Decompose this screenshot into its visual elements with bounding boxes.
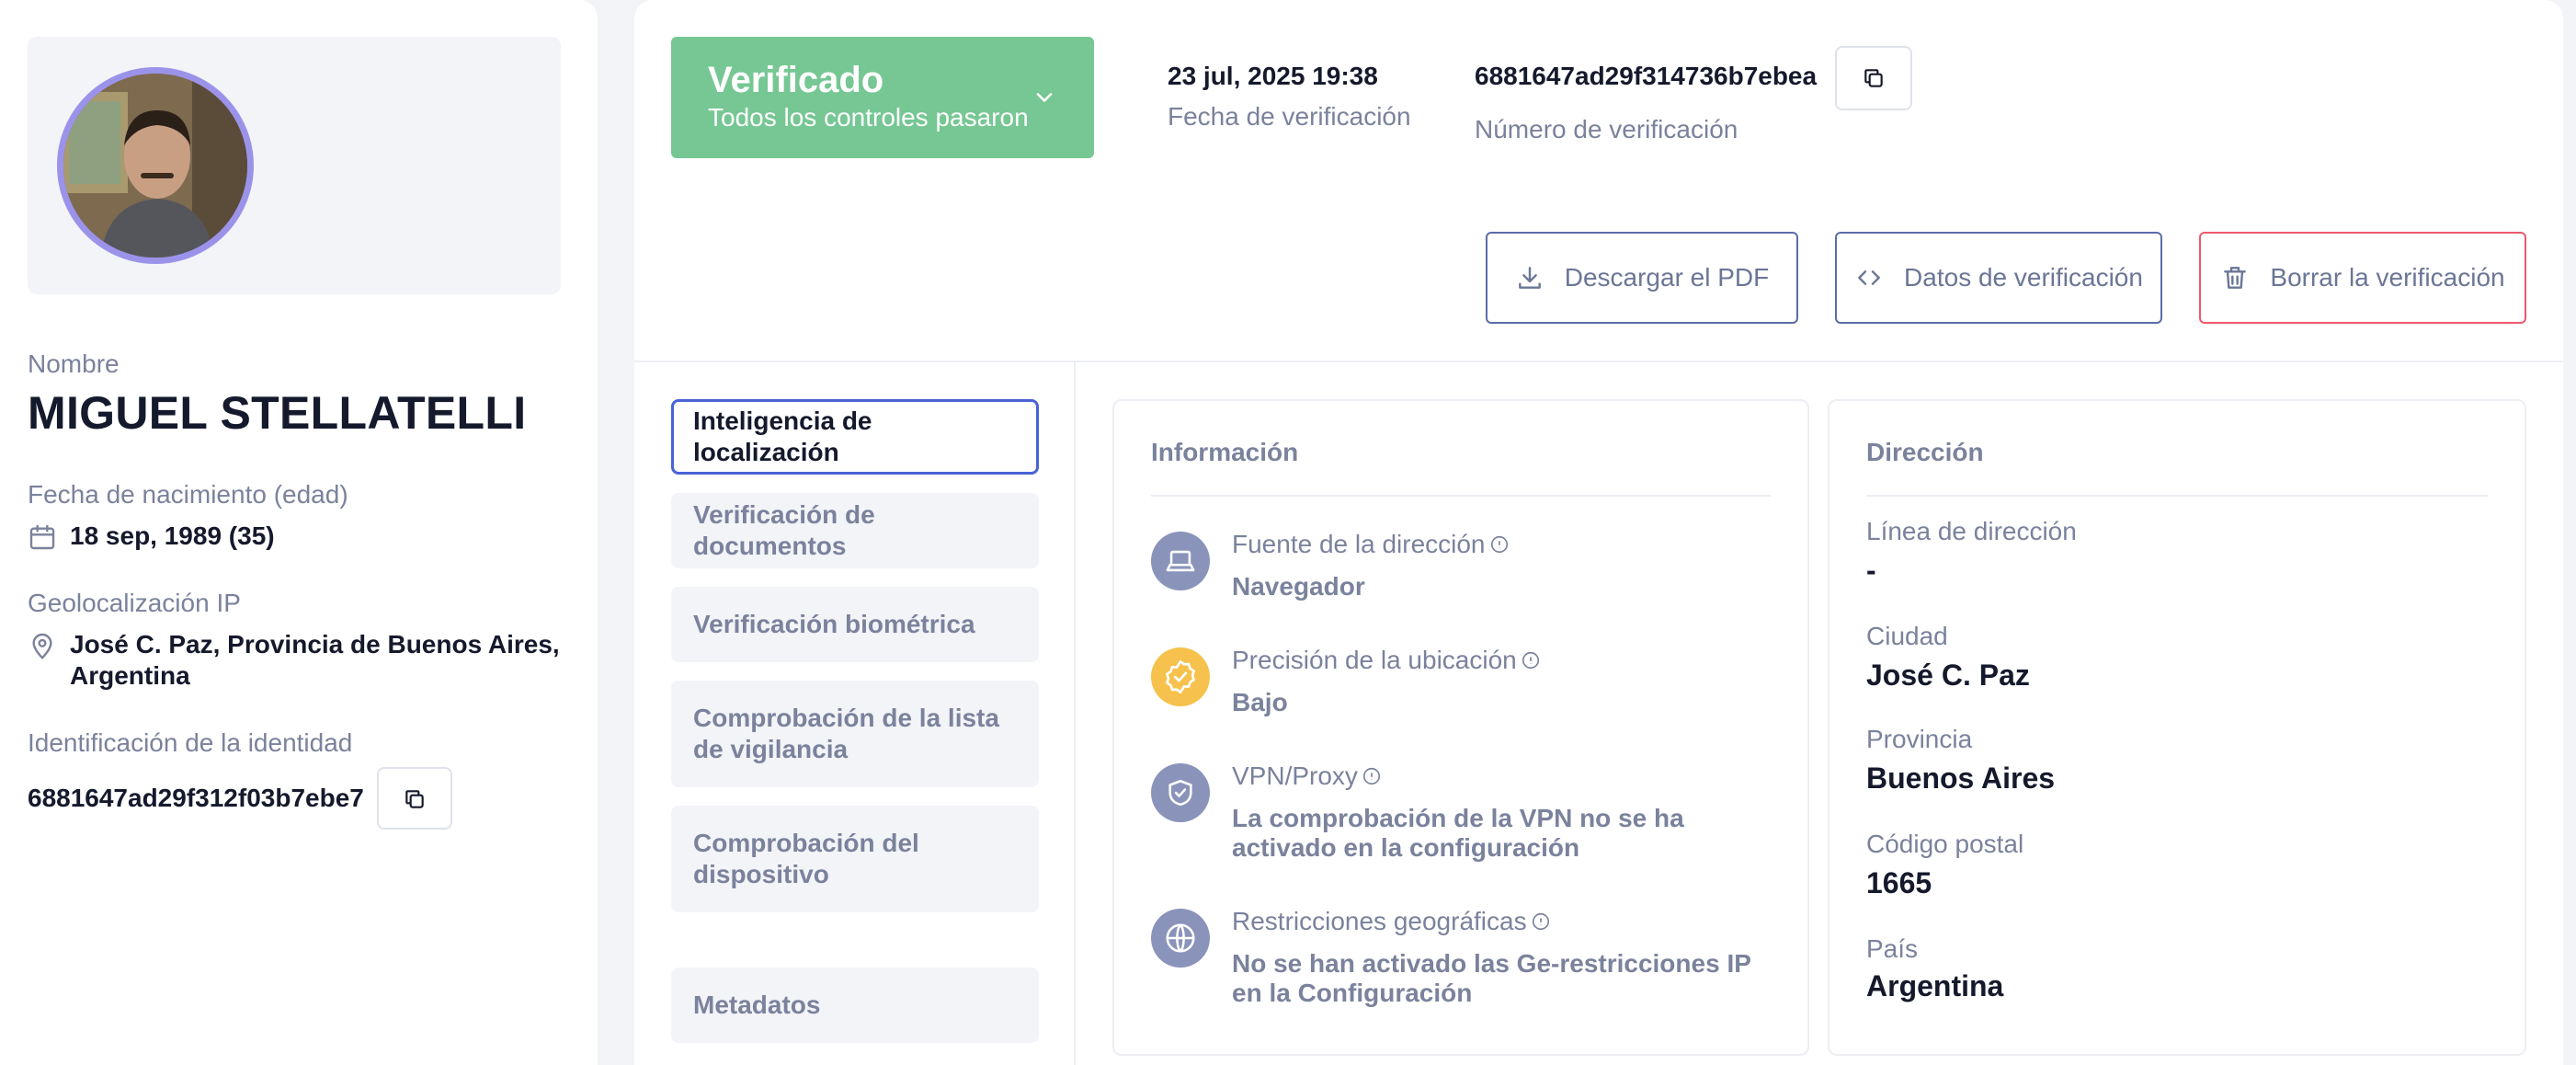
info-value: Navegador [1232,572,1365,601]
info-label: Precisión de la ubicación [1232,646,1517,674]
verification-date-label: Fecha de verificación [1168,102,1411,131]
country-value: Argentina [1866,969,2004,1002]
header-divider [634,361,2563,362]
nav-device-check[interactable]: Comprobación del dispositivo [671,806,1039,912]
dob-value: 18 sep, 1989 (35) [70,521,275,550]
delete-verification-button[interactable]: Borrar la verificación [2199,232,2526,324]
info-row-geo-restrictions: Restricciones geográficas No se han acti… [1151,905,1771,1008]
trash-icon [2220,263,2250,292]
code-icon [1854,263,1884,292]
country-label: País [1866,934,1919,963]
laptop-icon [1151,532,1210,590]
city-value: José C. Paz [1866,658,2030,692]
nav-divider [1074,362,1076,1065]
city-label: Ciudad [1866,622,1948,650]
profile-panel: Nombre MIGUEL STELLATELLI Fecha de nacim… [0,0,598,1065]
nav-item-label: Comprobación del dispositivo [693,829,919,888]
verification-data-button[interactable]: Datos de verificación [1835,232,2162,324]
card-divider [1151,495,1771,497]
status-subtitle: Todos los controles pasaron [708,103,1029,132]
province-value: Buenos Aires [1866,762,2056,795]
nav-document-verification[interactable]: Verificación de documentos [671,493,1039,568]
zip-label: Código postal [1866,830,2024,858]
verification-number: 6881647ad29f314736b7ebea Número de verif… [1475,61,1817,145]
geo-value: José C. Paz, Provincia de Buenos Aires, … [70,629,560,692]
info-row-location-accuracy: Precisión de la ubicación Bajo [1151,644,1771,717]
identity-id-label: Identificación de la identidad [28,728,353,757]
information-title: Información [1151,438,1299,466]
info-value: Bajo [1232,688,1288,716]
status-badge[interactable]: Verificado Todos los controles pasaron [671,37,1094,158]
verification-date-value: 23 jul, 2025 19:38 [1168,62,1378,90]
nav-item-label: Comprobación de la lista de vigilancia [693,704,999,763]
download-pdf-button[interactable]: Descargar el PDF [1486,232,1798,324]
verification-date: 23 jul, 2025 19:38 Fecha de verificación [1168,61,1411,132]
info-circle-icon[interactable] [1531,911,1551,932]
status-title: Verificado [708,60,884,100]
copy-icon [403,787,427,811]
info-value: La comprobación de la VPN no se ha activ… [1232,804,1684,862]
verification-number-label: Número de verificación [1475,115,1738,143]
verification-data-label: Datos de verificación [1904,263,2143,292]
address-title: Dirección [1866,438,1984,466]
shield-check-icon [1151,763,1210,822]
nav-item-label: Verificación de documentos [693,500,875,560]
info-row-vpn-proxy: VPN/Proxy La comprobación de la VPN no s… [1151,760,1771,863]
calendar-icon [28,522,57,552]
name-label: Nombre [28,349,120,378]
address-line-label: Línea de dirección [1866,517,2077,545]
info-label: VPN/Proxy [1232,762,1358,790]
copy-identity-id-button[interactable] [376,767,452,830]
download-icon [1515,263,1544,292]
card-divider [1866,495,2488,497]
download-pdf-label: Descargar el PDF [1564,263,1770,292]
location-pin-icon [28,631,57,660]
dob-label: Fecha de nacimiento (edad) [28,480,348,509]
photo-container [28,37,561,294]
nav-biometric-verification[interactable]: Verificación biométrica [671,587,1039,662]
info-circle-icon[interactable] [1362,766,1382,786]
verification-panel: Verificado Todos los controles pasaron 2… [634,0,2563,1065]
geo-label: Geolocalización IP [28,589,241,617]
dob-row: 18 sep, 1989 (35) [28,521,275,552]
copy-icon [1862,66,1886,90]
info-circle-icon[interactable] [1521,650,1541,670]
geo-row: José C. Paz, Provincia de Buenos Aires, … [28,629,560,692]
nav-item-label: Inteligencia de localización [693,407,872,466]
info-row-address-source: Fuente de la dirección Navegador [1151,528,1771,601]
identity-id-row: 6881647ad29f312f03b7ebe7 [28,767,452,830]
info-label: Fuente de la dirección [1232,530,1486,558]
zip-value: 1665 [1866,866,1932,899]
nav-metadata[interactable]: Metadatos [671,968,1039,1043]
nav-item-label: Verificación biométrica [693,610,975,638]
globe-icon [1151,909,1210,968]
avatar-portrait [63,74,247,258]
nav-location-intelligence[interactable]: Inteligencia de localización [671,399,1039,475]
info-value: No se han activado las Ge-restricciones … [1232,949,1751,1007]
province-label: Provincia [1866,725,1973,753]
information-card: Información Fuente de la dirección Naveg… [1112,399,1809,1056]
info-label: Restricciones geográficas [1232,907,1527,935]
delete-verification-label: Borrar la verificación [2270,263,2505,292]
info-circle-icon[interactable] [1489,534,1510,555]
identity-id-value: 6881647ad29f312f03b7ebe7 [28,784,364,812]
nav-watchlist-check[interactable]: Comprobación de la lista de vigilancia [671,681,1039,787]
address-line-value: - [1866,554,1876,587]
chevron-down-icon [1032,85,1057,110]
verification-number-value: 6881647ad29f314736b7ebea [1475,62,1818,90]
full-name: MIGUEL STELLATELLI [28,387,527,439]
copy-verification-number-button[interactable] [1835,46,1912,110]
geo-value-line2: Argentina [70,661,190,690]
badge-check-icon [1151,647,1210,706]
geo-value-line1: José C. Paz, Provincia de Buenos Aires, [70,630,560,658]
address-card: Dirección Línea de dirección - Ciudad Jo… [1828,399,2526,1056]
avatar [57,67,254,264]
nav-item-label: Metadatos [693,991,821,1019]
